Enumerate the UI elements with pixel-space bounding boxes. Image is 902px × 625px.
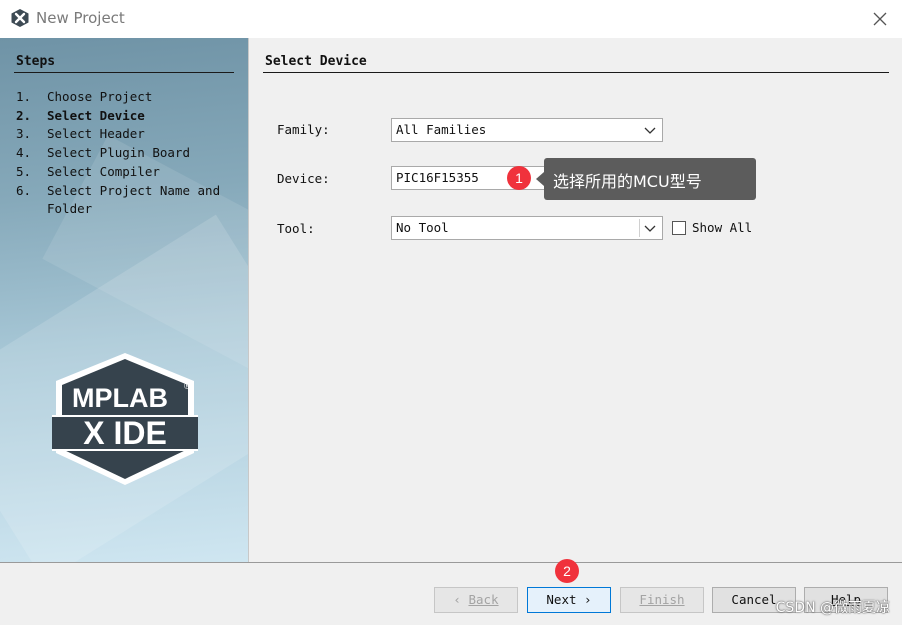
callout-arrow xyxy=(536,172,544,186)
step-item-active: 2. Select Device xyxy=(16,107,145,123)
steps-panel: Steps 1. Choose Project 2. Select Device… xyxy=(0,38,248,562)
device-value: PIC16F15355 xyxy=(396,170,479,185)
title-divider xyxy=(263,72,889,73)
step-item: 6. Select Project Name and Folder xyxy=(16,182,221,217)
tool-label: Tool: xyxy=(277,221,315,236)
show-all-label[interactable]: Show All xyxy=(692,220,752,235)
content-panel: Select Device Family: All Families Devic… xyxy=(248,38,902,562)
family-select[interactable]: All Families xyxy=(391,118,663,142)
steps-title: Steps xyxy=(16,54,56,69)
step-item: 5. Select Compiler xyxy=(16,163,160,179)
logo-registered: ® xyxy=(184,381,191,391)
close-icon[interactable] xyxy=(870,9,890,29)
page-title: Select Device xyxy=(265,54,367,69)
annotation-badge-1: 1 xyxy=(507,166,531,190)
chevron-down-icon xyxy=(644,225,656,232)
step-item: 1. Choose Project xyxy=(16,89,153,104)
family-value: All Families xyxy=(396,122,487,137)
window-title: New Project xyxy=(36,9,125,27)
family-label: Family: xyxy=(277,122,330,137)
step-item: 4. Select Plugin Board xyxy=(16,145,190,161)
steps-list: 1. Choose Project 2. Select Device 3. Se… xyxy=(16,88,237,219)
next-button[interactable]: Next › xyxy=(527,587,611,613)
device-label: Device: xyxy=(277,171,330,186)
tool-value: No Tool xyxy=(396,220,449,235)
button-bar: ‹ Back Next › Finish Cancel Help xyxy=(0,562,902,625)
finish-button[interactable]: Finish xyxy=(620,587,704,613)
show-all-checkbox[interactable] xyxy=(672,221,686,235)
mplab-x-ide-logo: MPLAB ® X IDE xyxy=(52,353,198,485)
steps-divider xyxy=(14,72,234,73)
title-bar: New Project xyxy=(0,0,902,38)
mplab-x-icon xyxy=(11,9,29,27)
callout-text: 选择所用的MCU型号 xyxy=(553,172,702,191)
logo-text-mplab: MPLAB xyxy=(72,383,168,413)
back-button[interactable]: ‹ Back xyxy=(434,587,518,613)
annotation-badge-2: 2 xyxy=(555,559,579,583)
chevron-down-icon xyxy=(644,127,656,134)
watermark: CSDN @微雨夏凉 xyxy=(775,600,890,616)
annotation-callout: 选择所用的MCU型号 xyxy=(544,158,756,200)
tool-select[interactable]: No Tool xyxy=(391,216,663,240)
logo-text-x-ide: X IDE xyxy=(83,415,167,451)
step-item: 3. Select Header xyxy=(16,126,145,142)
